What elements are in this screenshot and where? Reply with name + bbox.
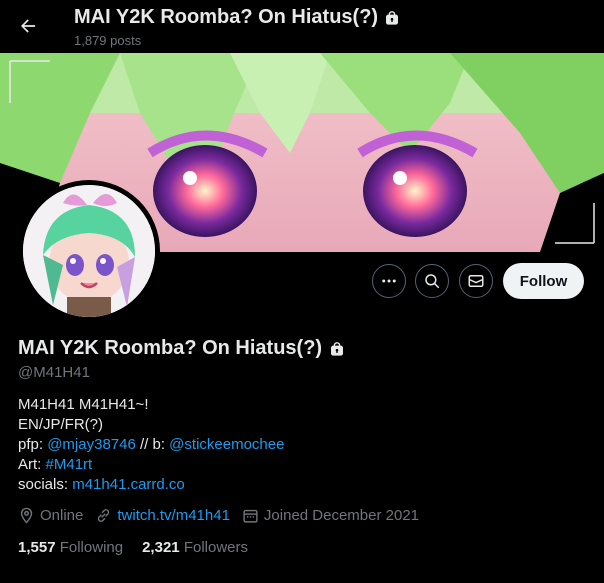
header-title-text: MAI Y2K Roomba? On Hiatus(?) (74, 6, 379, 28)
pfp-artist-link[interactable]: @mjay38746 (47, 436, 136, 453)
followers-link[interactable]: 2,321 Followers (142, 539, 248, 556)
header-title: MAI Y2K Roomba? On Hiatus(?) (74, 6, 400, 29)
top-bar: MAI Y2K Roomba? On Hiatus(?) 1,879 posts (0, 0, 604, 53)
back-button[interactable] (14, 12, 42, 40)
arrow-left-icon (21, 19, 36, 33)
banner-artist-link[interactable]: @stickeemochee (169, 436, 284, 453)
avatar[interactable] (18, 180, 160, 322)
join-date: Joined December 2021 (242, 507, 419, 524)
profile-handle: @M41H41 (18, 364, 90, 381)
socials-link[interactable]: m41h41.carrd.co (72, 476, 185, 493)
website: twitch.tv/m41h41 (95, 507, 230, 524)
bio-line: pfp: @mjay38746 // b: @stickeemochee (18, 435, 284, 455)
search-icon (425, 274, 440, 289)
bio-line: EN/JP/FR(?) (18, 416, 104, 433)
calendar-icon (243, 509, 258, 523)
more-horizontal-icon (382, 279, 396, 283)
avatar-image (23, 185, 155, 317)
link-icon (98, 509, 110, 522)
profile-name: MAI Y2K Roomba? On Hiatus(?) (18, 337, 345, 360)
envelope-icon (468, 275, 484, 287)
following-link[interactable]: 1,557 Following (18, 539, 123, 556)
followers-label: Followers (183, 539, 248, 556)
bio-line: Art: #M41rt (18, 455, 284, 475)
profile-name-text: MAI Y2K Roomba? On Hiatus(?) (18, 337, 323, 359)
follow-stats: 1,557 Following 2,321 Followers (18, 539, 248, 556)
website-link[interactable]: twitch.tv/m41h41 (117, 507, 230, 524)
location: Online (18, 507, 83, 524)
search-button[interactable] (415, 264, 449, 298)
bio-b-separator: // b: (139, 436, 165, 453)
bio-line: socials: m41h41.carrd.co (18, 475, 284, 495)
lock-icon (331, 341, 344, 356)
location-text: Online (40, 507, 84, 524)
art-hashtag-link[interactable]: #M41rt (46, 456, 93, 473)
bio-socials-label: socials: (18, 476, 69, 493)
followers-count: 2,321 (142, 539, 180, 556)
post-count: 1,879 posts (74, 33, 142, 48)
message-button[interactable] (459, 264, 493, 298)
profile-meta: Online twitch.tv/m41h41 Joined December … (18, 507, 431, 524)
following-count: 1,557 (18, 539, 56, 556)
join-date-text: Joined December 2021 (263, 507, 420, 524)
profile-bio: M41H41 M41H41~! EN/JP/FR(?) pfp: @mjay38… (18, 395, 284, 495)
more-button[interactable] (372, 264, 406, 298)
follow-button[interactable]: Follow (503, 263, 584, 299)
bio-art-label: Art: (18, 456, 42, 473)
lock-icon (386, 10, 399, 25)
bio-line: M41H41 M41H41~! (18, 396, 149, 413)
bio-pfp-label: pfp: (18, 436, 44, 453)
location-pin-icon (20, 507, 33, 524)
following-label: Following (59, 539, 124, 556)
